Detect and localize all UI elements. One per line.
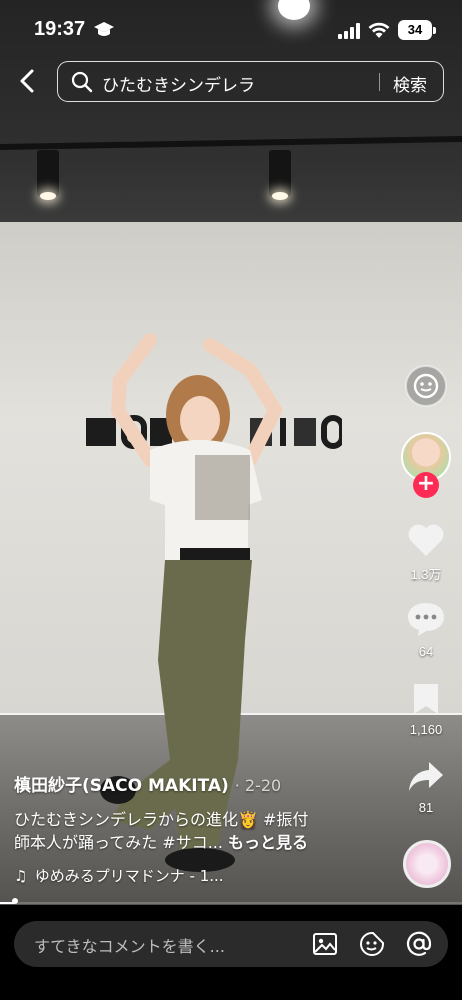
sound-disc-icon[interactable]	[403, 840, 451, 888]
wifi-icon	[368, 22, 390, 38]
effects-button[interactable]	[398, 364, 454, 412]
share-count: 81	[418, 800, 434, 815]
save-count: 1,160	[409, 722, 443, 737]
comment-count: 64	[418, 644, 434, 659]
music-ticker[interactable]: ♫ ゆめみるプリマドンナ - 1...	[14, 865, 224, 886]
cellular-signal-icon	[338, 23, 360, 39]
graduation-cap-icon	[94, 22, 114, 36]
search-divider	[379, 73, 380, 91]
comment-button[interactable]: 64	[398, 600, 454, 659]
author-name[interactable]: 槙田紗子(SACO MAKITA)	[14, 776, 229, 796]
caption-line: 師本人が踊ってみた #サコ...	[14, 833, 223, 852]
music-note-icon: ♫	[14, 867, 28, 885]
back-arrow-icon[interactable]	[14, 66, 42, 96]
search-bar[interactable]: ひたむきシンデレラ 検索	[57, 61, 444, 102]
caption-line: ひたむきシンデレラからの進化👸 #振付	[14, 810, 309, 829]
progress-handle[interactable]	[12, 898, 18, 904]
sticker-icon[interactable]	[358, 930, 386, 958]
search-icon	[71, 71, 93, 93]
video-progress-bar[interactable]	[0, 902, 462, 904]
share-button[interactable]: 81	[398, 760, 454, 815]
search-button[interactable]: 検索	[393, 71, 427, 96]
bookmark-icon	[414, 684, 438, 714]
status-bar: 19:37 34	[0, 0, 462, 58]
face-effect-icon	[405, 365, 447, 407]
comment-bubble-icon	[408, 603, 444, 636]
video-caption[interactable]: ひたむきシンデレラからの進化👸 #振付 師本人が踊ってみた #サコ... もっと…	[14, 808, 354, 854]
heart-icon	[408, 524, 444, 556]
battery-indicator: 34	[398, 20, 436, 40]
author-line[interactable]: 槙田紗子(SACO MAKITA) · 2-20	[14, 771, 281, 796]
video-player[interactable]	[0, 0, 462, 905]
share-arrow-icon	[409, 762, 443, 791]
image-icon[interactable]	[311, 930, 339, 958]
post-date: · 2-20	[234, 776, 282, 795]
dancer-figure	[100, 333, 284, 872]
follow-plus-icon[interactable]: +	[413, 472, 439, 498]
search-input[interactable]: ひたむきシンデレラ	[102, 71, 255, 96]
comment-bar[interactable]: すてきなコメントを書く...	[14, 921, 448, 967]
clock: 19:37	[34, 18, 86, 40]
mention-at-icon[interactable]	[405, 930, 433, 958]
comment-input[interactable]: すてきなコメントを書く...	[34, 933, 225, 957]
music-title: ゆめみるプリマドンナ - 1...	[34, 867, 224, 885]
save-button[interactable]: 1,160	[398, 682, 454, 737]
like-count: 1.3万	[410, 567, 442, 582]
like-button[interactable]: 1.3万	[398, 522, 454, 583]
see-more-link[interactable]: もっと見る	[228, 833, 308, 852]
